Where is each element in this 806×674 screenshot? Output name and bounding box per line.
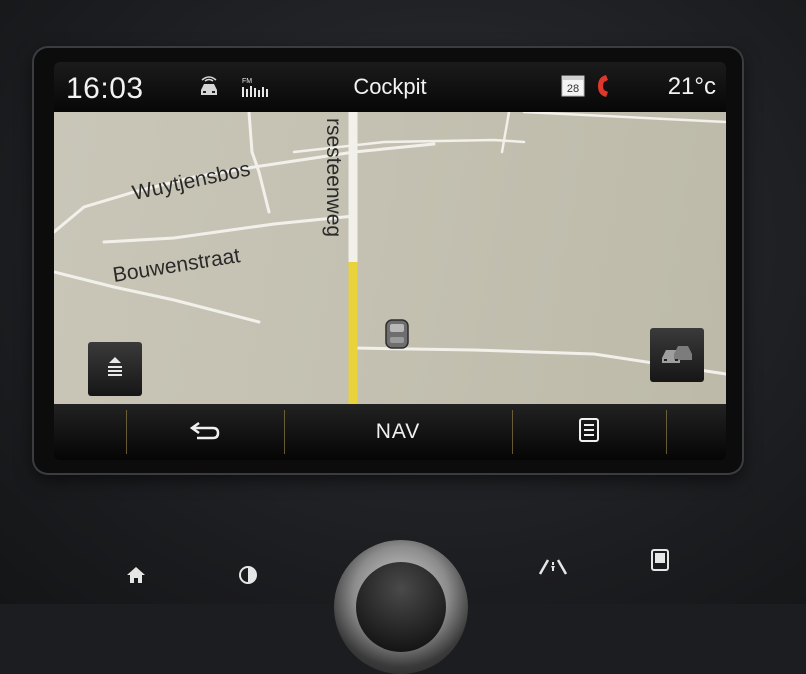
rotary-control-knob[interactable] <box>334 540 468 674</box>
menu-list-icon <box>103 355 127 384</box>
traffic-view-button[interactable] <box>650 328 704 382</box>
outside-temperature: 21°c <box>667 73 716 100</box>
traffic-view-icon <box>660 340 694 371</box>
map-menu-button[interactable] <box>88 342 142 396</box>
nav-button[interactable]: NAV <box>284 404 512 460</box>
brightness-icon[interactable] <box>238 565 258 590</box>
status-bar: 16:03 FM Cockpit 28 21°c <box>54 62 726 112</box>
driving-mode-icon[interactable] <box>538 558 568 581</box>
knob-center <box>356 562 446 652</box>
phone-icon[interactable] <box>594 73 612 104</box>
divider <box>666 410 667 454</box>
back-arrow-icon <box>189 419 221 446</box>
car-position-icon <box>385 319 409 349</box>
infotainment-screen: 16:03 FM Cockpit 28 21°c Wuytjensbos Bou… <box>54 62 726 460</box>
screen-title: Cockpit <box>353 74 427 99</box>
calendar-day: 28 <box>567 83 579 95</box>
street-label-bouwenstraat: Bouwenstraat <box>111 244 242 287</box>
calendar-icon[interactable]: 28 <box>560 72 586 103</box>
home-icon[interactable] <box>126 566 146 589</box>
list-menu-icon <box>578 417 600 448</box>
navigation-map[interactable]: Wuytjensbos Bouwenstraat rsesteenweg <box>54 110 726 404</box>
street-label-wuytjensbos: Wuytjensbos <box>130 157 252 204</box>
list-menu-button[interactable] <box>512 404 666 460</box>
map-canvas[interactable]: Wuytjensbos Bouwenstraat rsesteenweg <box>54 110 726 404</box>
nav-label: NAV <box>375 420 421 443</box>
phone-screen-icon[interactable] <box>650 548 670 577</box>
back-button[interactable] <box>126 404 284 460</box>
bottom-navigation-bar: NAV <box>54 404 726 460</box>
street-label-steenweg: rsesteenweg <box>322 118 345 237</box>
